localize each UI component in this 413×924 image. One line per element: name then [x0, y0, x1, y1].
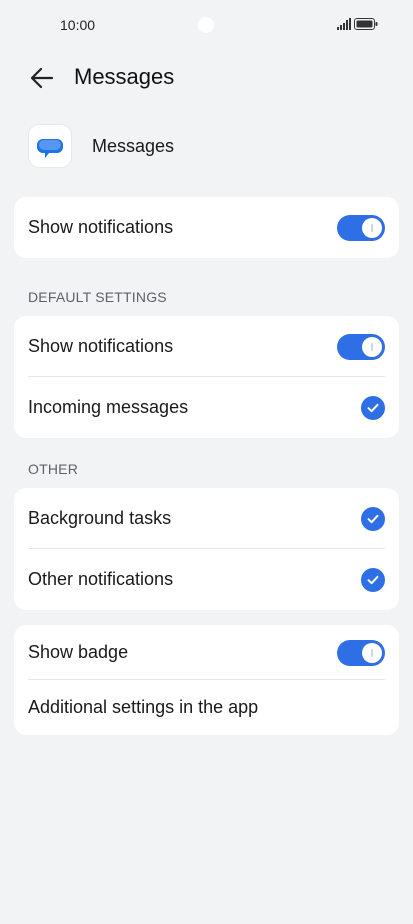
- app-name: Messages: [92, 136, 175, 156]
- back-arrow-icon[interactable]: [28, 64, 56, 92]
- toggle-knob: [362, 336, 382, 357]
- default-show-notifications-label: Show notifications: [28, 336, 174, 356]
- other-notifications-label: Other notifications: [28, 569, 174, 589]
- camera-cutout: [198, 17, 214, 33]
- other-notifications-row[interactable]: Other notifications: [14, 549, 399, 610]
- default-settings-card: Show notifications Incoming messages: [14, 316, 399, 438]
- section-header-other: OTHER: [28, 461, 78, 477]
- messages-app-icon: [29, 125, 71, 167]
- toggle-knob: [362, 217, 382, 238]
- section-header-default-settings: DEFAULT SETTINGS: [28, 289, 167, 305]
- status-bar: 10:00: [0, 0, 413, 50]
- badge-card: Show badge Additional settings in the ap…: [14, 625, 399, 735]
- background-tasks-row[interactable]: Background tasks: [14, 488, 399, 549]
- incoming-messages-row[interactable]: Incoming messages: [14, 377, 399, 438]
- status-time: 10:00: [60, 17, 96, 33]
- other-card: Background tasks Other notifications: [14, 488, 399, 610]
- incoming-messages-label: Incoming messages: [28, 397, 189, 417]
- show-notifications-toggle[interactable]: [337, 214, 385, 241]
- background-tasks-label: Background tasks: [28, 508, 172, 528]
- incoming-messages-check-icon[interactable]: [361, 395, 385, 420]
- show-badge-label: Show badge: [28, 642, 129, 662]
- battery-icon: [354, 18, 378, 30]
- show-notifications-label: Show notifications: [28, 217, 174, 237]
- app-info-row: Messages: [0, 124, 413, 168]
- show-badge-toggle[interactable]: [337, 639, 385, 666]
- toggle-knob: [362, 642, 382, 663]
- additional-settings-label: Additional settings in the app: [28, 697, 259, 717]
- additional-settings-row[interactable]: Additional settings in the app: [14, 680, 399, 735]
- page-header: Messages: [0, 58, 413, 98]
- show-badge-row[interactable]: Show badge: [14, 625, 399, 680]
- default-show-notifications-row[interactable]: Show notifications: [14, 316, 399, 377]
- default-show-notifications-toggle[interactable]: [337, 333, 385, 360]
- signal-icon: [337, 18, 351, 30]
- page-title: Messages: [74, 64, 175, 89]
- other-notifications-check-icon[interactable]: [361, 567, 385, 592]
- main-notifications-card: Show notifications: [14, 197, 399, 258]
- background-tasks-check-icon[interactable]: [361, 506, 385, 531]
- show-notifications-row[interactable]: Show notifications: [14, 197, 399, 258]
